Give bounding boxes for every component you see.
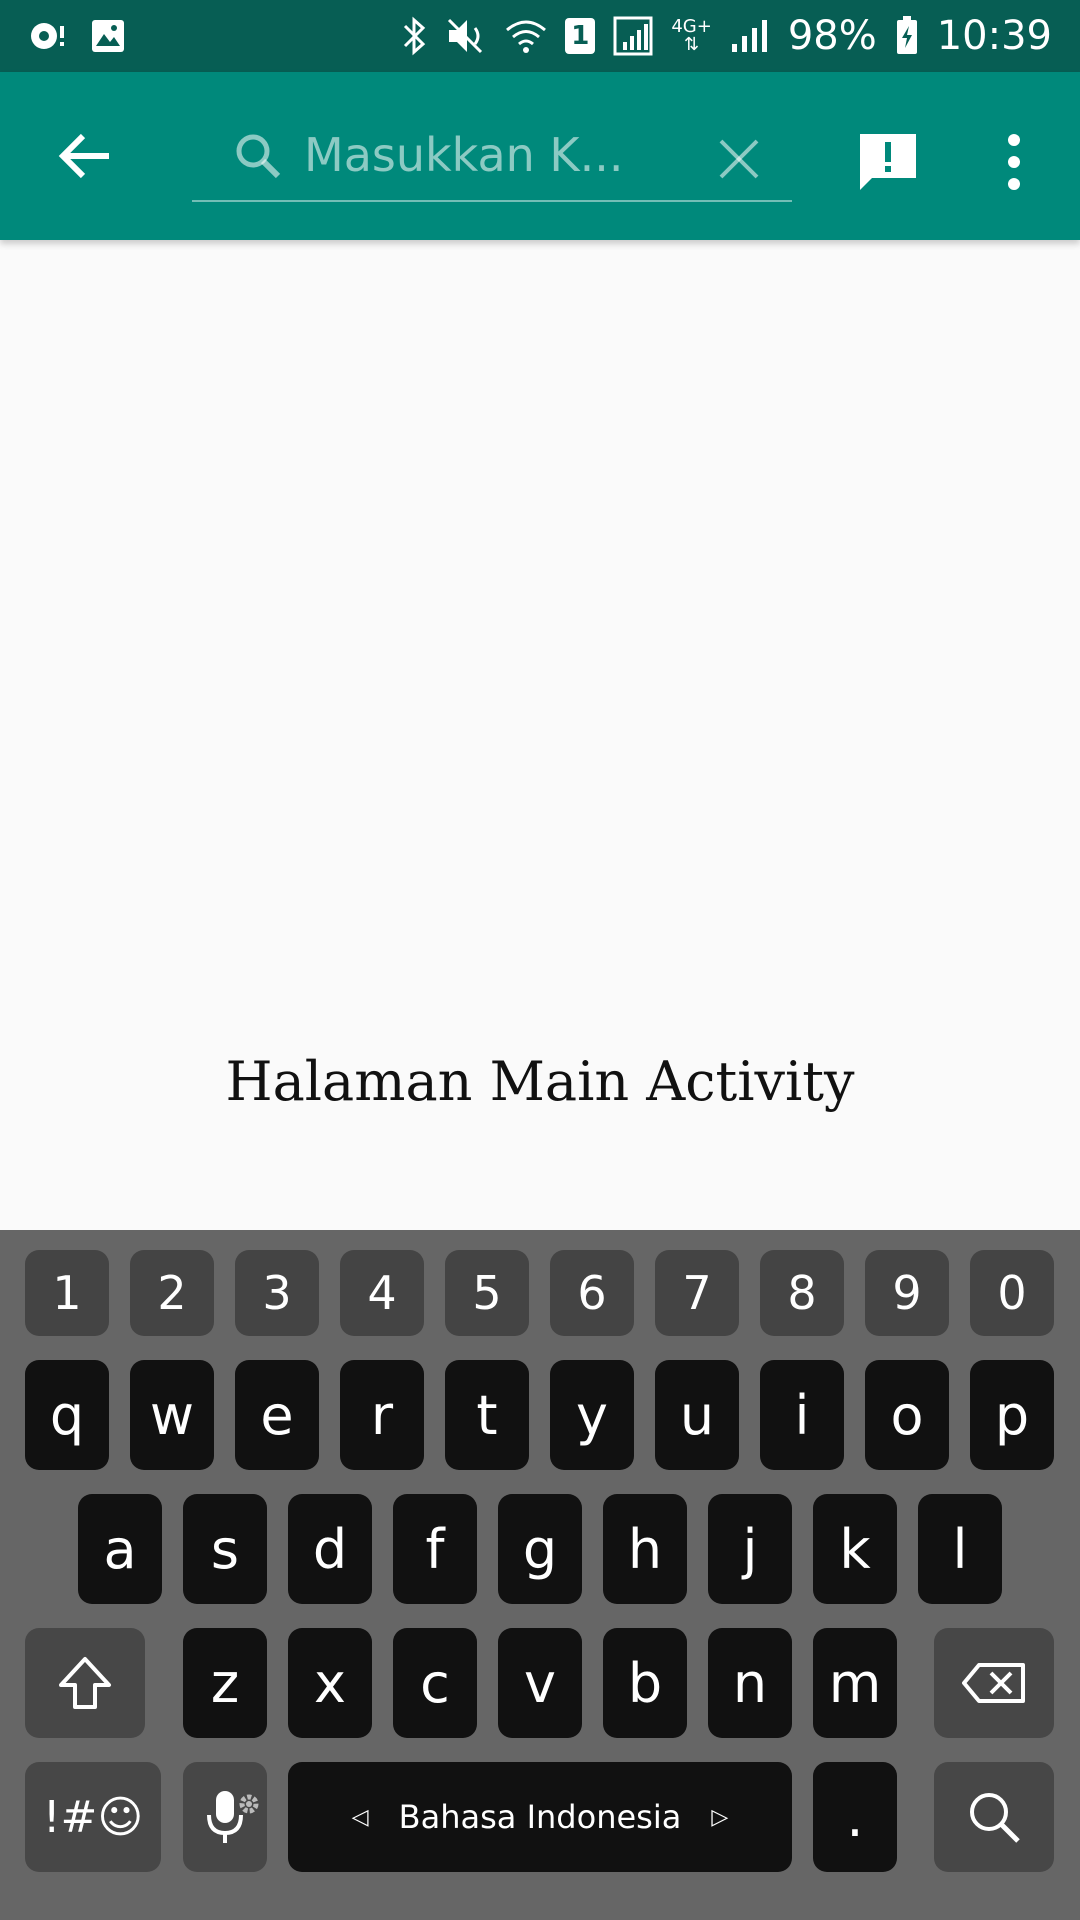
search-field[interactable] bbox=[192, 112, 792, 202]
keyboard: 1 2 3 4 5 6 7 8 9 0 q w e r t y u i o p … bbox=[0, 1230, 1080, 1920]
arrow-left-icon bbox=[58, 133, 109, 179]
key-3[interactable]: 3 bbox=[235, 1250, 319, 1336]
key-i[interactable]: i bbox=[760, 1360, 844, 1470]
language-next-icon: ▷ bbox=[711, 1804, 729, 1830]
search-input[interactable] bbox=[304, 120, 644, 190]
feedback-button[interactable] bbox=[850, 124, 926, 200]
bluetooth-icon bbox=[401, 16, 427, 56]
voice-input-key[interactable] bbox=[183, 1762, 267, 1872]
wifi-icon bbox=[505, 18, 547, 54]
battery-percent: 98% bbox=[787, 13, 877, 59]
symbols-key[interactable]: !#☺ bbox=[25, 1762, 161, 1872]
key-d[interactable]: d bbox=[288, 1494, 372, 1604]
image-icon bbox=[90, 18, 126, 54]
search-icon bbox=[232, 130, 284, 186]
key-0[interactable]: 0 bbox=[970, 1250, 1054, 1336]
main-activity-label: Halaman Main Activity bbox=[225, 1050, 855, 1113]
key-b[interactable]: b bbox=[603, 1628, 687, 1738]
key-8[interactable]: 8 bbox=[760, 1250, 844, 1336]
back-button[interactable] bbox=[40, 116, 130, 196]
key-r[interactable]: r bbox=[340, 1360, 424, 1470]
key-5[interactable]: 5 bbox=[445, 1250, 529, 1336]
key-1[interactable]: 1 bbox=[25, 1250, 109, 1336]
period-key[interactable]: . bbox=[813, 1762, 897, 1872]
key-g[interactable]: g bbox=[498, 1494, 582, 1604]
search-key[interactable] bbox=[934, 1762, 1054, 1872]
key-x[interactable]: x bbox=[288, 1628, 372, 1738]
key-6[interactable]: 6 bbox=[550, 1250, 634, 1336]
gear-icon bbox=[237, 1766, 261, 1829]
key-k[interactable]: k bbox=[813, 1494, 897, 1604]
search-icon bbox=[970, 1793, 1020, 1843]
feedback-icon bbox=[860, 134, 916, 190]
key-e[interactable]: e bbox=[235, 1360, 319, 1470]
overflow-menu-button[interactable] bbox=[990, 124, 1038, 200]
key-m[interactable]: m bbox=[813, 1628, 897, 1738]
key-v[interactable]: v bbox=[498, 1628, 582, 1738]
battery-charging-icon bbox=[895, 16, 919, 56]
key-7[interactable]: 7 bbox=[655, 1250, 739, 1336]
key-2[interactable]: 2 bbox=[130, 1250, 214, 1336]
sync-icon bbox=[28, 18, 68, 54]
key-4[interactable]: 4 bbox=[340, 1250, 424, 1336]
shift-icon bbox=[59, 1657, 111, 1709]
clear-search-button[interactable] bbox=[704, 124, 774, 194]
clock: 10:39 bbox=[936, 13, 1052, 59]
close-icon bbox=[719, 139, 759, 179]
key-f[interactable]: f bbox=[393, 1494, 477, 1604]
backspace-key[interactable] bbox=[934, 1628, 1054, 1738]
key-9[interactable]: 9 bbox=[865, 1250, 949, 1336]
key-j[interactable]: j bbox=[708, 1494, 792, 1604]
language-prev-icon: ◁ bbox=[351, 1804, 369, 1830]
sim-signal-icon bbox=[613, 16, 653, 56]
mute-icon bbox=[445, 16, 487, 56]
key-c[interactable]: c bbox=[393, 1628, 477, 1738]
key-h[interactable]: h bbox=[603, 1494, 687, 1604]
key-o[interactable]: o bbox=[865, 1360, 949, 1470]
key-y[interactable]: y bbox=[550, 1360, 634, 1470]
space-key-label: Bahasa Indonesia bbox=[398, 1798, 682, 1836]
space-key[interactable]: ◁ Bahasa Indonesia ▷ bbox=[288, 1762, 792, 1872]
key-a[interactable]: a bbox=[78, 1494, 162, 1604]
network-type: 4G+ ⇅ bbox=[671, 16, 712, 55]
key-t[interactable]: t bbox=[445, 1360, 529, 1470]
status-bar: 1 4G+ ⇅ 98% 10:39 bbox=[0, 0, 1080, 72]
backspace-icon bbox=[962, 1663, 1025, 1703]
shift-key[interactable] bbox=[25, 1628, 145, 1738]
key-q[interactable]: q bbox=[25, 1360, 109, 1470]
key-s[interactable]: s bbox=[183, 1494, 267, 1604]
key-l[interactable]: l bbox=[918, 1494, 1002, 1604]
key-n[interactable]: n bbox=[708, 1628, 792, 1738]
main-content: Halaman Main Activity bbox=[0, 240, 1080, 1230]
more-vert-icon bbox=[1008, 134, 1020, 190]
key-u[interactable]: u bbox=[655, 1360, 739, 1470]
key-w[interactable]: w bbox=[130, 1360, 214, 1470]
key-p[interactable]: p bbox=[970, 1360, 1054, 1470]
signal-icon bbox=[730, 18, 770, 54]
sim-badge: 1 bbox=[565, 18, 596, 54]
app-bar bbox=[0, 72, 1080, 240]
key-z[interactable]: z bbox=[183, 1628, 267, 1738]
